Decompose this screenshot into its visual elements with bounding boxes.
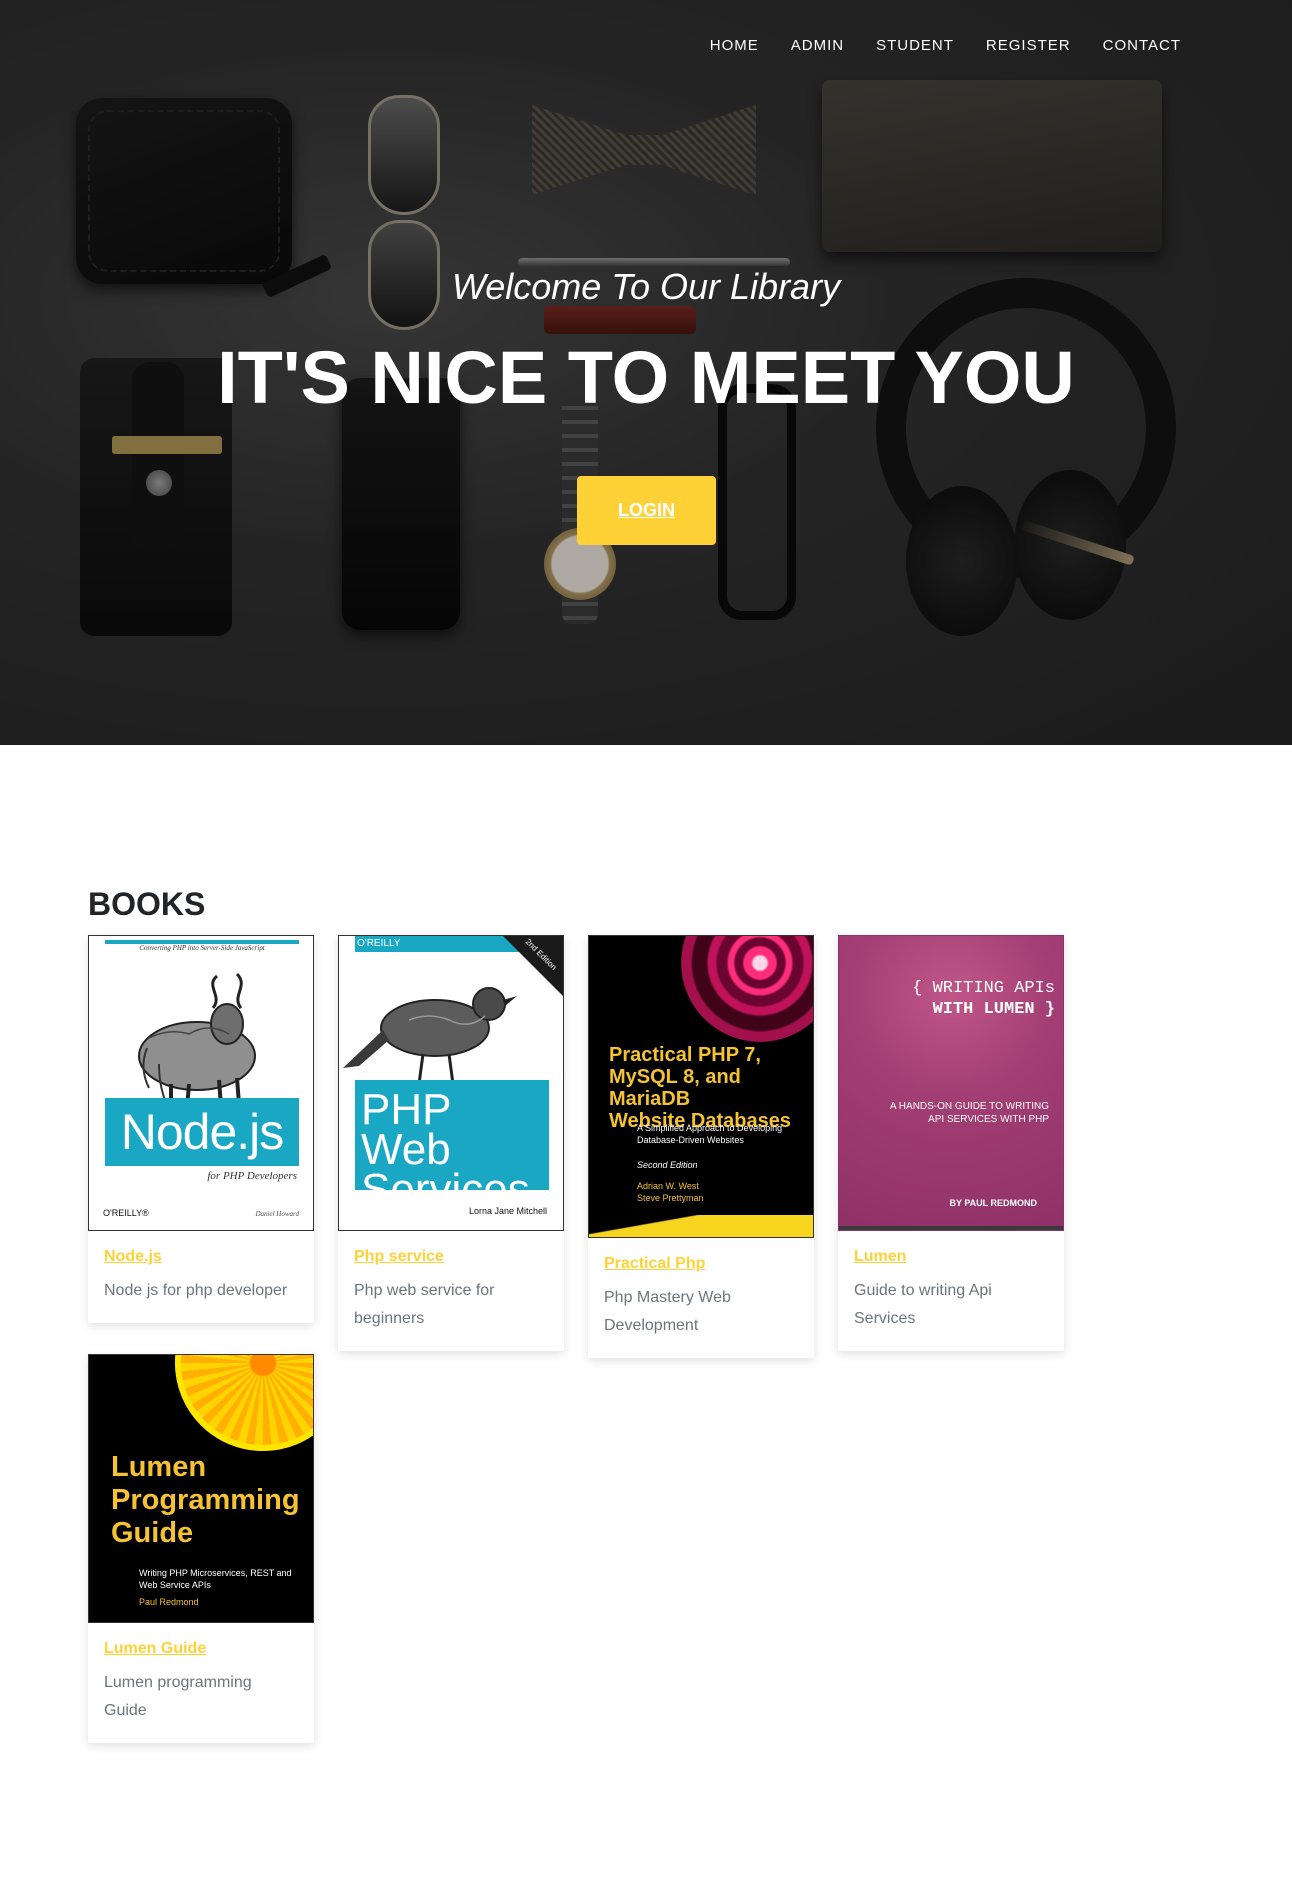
book-title-link[interactable]: Lumen Guide [104, 1639, 298, 1659]
cover-author: Paul Redmond [139, 1597, 199, 1607]
main-nav: HOME ADMIN STUDENT REGISTER CONTACT [694, 30, 1197, 62]
publisher-logo: O'REILLY® [103, 1208, 149, 1218]
book-card: { WRITING APIs WITH LUMEN } A HANDS-ON G… [838, 935, 1064, 1351]
cover-author: Lorna Jane Mitchell [468, 1206, 547, 1216]
book-card: Practical PHP 7, MySQL 8, and MariaDB We… [588, 935, 814, 1358]
nav-student[interactable]: STUDENT [860, 30, 970, 62]
book-cover-image[interactable]: { WRITING APIs WITH LUMEN } A HANDS-ON G… [838, 935, 1064, 1231]
nav-home[interactable]: HOME [694, 30, 775, 62]
login-button[interactable]: LOGIN [577, 476, 716, 545]
book-description: Lumen programming Guide [104, 1674, 252, 1719]
book-title-link[interactable]: Practical Php [604, 1254, 798, 1274]
book-title-link[interactable]: Php service [354, 1247, 548, 1267]
bird-illustration [343, 987, 517, 1086]
books-section-title: BOOKS [88, 886, 206, 922]
cover-title: { WRITING APIs WITH LUMEN } [839, 978, 1055, 1020]
cover-subtitle: for PHP Developers [207, 1170, 297, 1182]
cover-tagline: Converting PHP into Server-Side JavaScri… [139, 944, 265, 952]
hero-subheading: Welcome To Our Library [451, 266, 841, 307]
target-graphic [681, 936, 813, 1042]
cover-subtitle: APIS FOR THE MODERN WEB [361, 1218, 458, 1224]
book-cover-image[interactable]: Lumen Programming Guide Writing PHP Micr… [88, 1354, 314, 1623]
book-card-body: Lumen Guide to writing Api Services [838, 1231, 1064, 1351]
cover-title-line: Practical PHP 7, [609, 1044, 761, 1066]
cover-title-line: WITH LUMEN } [932, 1000, 1055, 1019]
cover-subtitle-line: API SERVICES WITH PHP [928, 1114, 1049, 1125]
hero-section: HOME ADMIN STUDENT REGISTER CONTACT Welc… [0, 0, 1292, 745]
book-title-link[interactable]: Node.js [104, 1247, 298, 1267]
cover-title-line: { WRITING APIs [912, 979, 1055, 998]
book-card: Lumen Programming Guide Writing PHP Micr… [88, 1354, 314, 1743]
book-cover-image[interactable]: Converting PHP into Server-Side JavaScri… [88, 935, 314, 1231]
cover-title: PHP Web Services APIS FOR THE MODERN WEB [355, 1080, 549, 1224]
cover-title-line: PHP Web [361, 1085, 451, 1174]
nav-contact[interactable]: CONTACT [1087, 30, 1197, 62]
cover-subtitle-line: Writing PHP Microservices, REST and [139, 1568, 292, 1578]
book-description: Guide to writing Api Services [854, 1282, 992, 1327]
cover-author: Adrian W. West Steve Prettyman [637, 1180, 704, 1204]
cover-title-line: Guide [111, 1517, 194, 1549]
sun-graphic [175, 1355, 313, 1451]
cover-author: BY PAUL REDMOND [949, 1198, 1037, 1208]
cover-bar [839, 1226, 1063, 1230]
cover-author: Daniel Howard [255, 1210, 300, 1218]
cover-title: Lumen Programming Guide [111, 1451, 300, 1550]
book-card-body: Lumen Guide Lumen programming Guide [88, 1623, 314, 1743]
book-cover-image[interactable]: O'REILLY 2nd Edition PHP Web Services AP… [338, 935, 564, 1231]
cover-stripe [589, 1215, 813, 1237]
book-card: Converting PHP into Server-Side JavaScri… [88, 935, 314, 1323]
cover-title: Node.js [105, 1098, 299, 1166]
book-card-body: Node.js Node js for php developer [88, 1231, 314, 1323]
cover-subtitle-line: A HANDS-ON GUIDE TO WRITING [889, 1101, 1049, 1112]
nav-admin[interactable]: ADMIN [775, 30, 860, 62]
cover-title: Practical PHP 7, MySQL 8, and MariaDB We… [609, 1044, 813, 1132]
book-card-body: Practical Php Php Mastery Web Developmen… [588, 1238, 814, 1358]
cover-edition: Second Edition [637, 1160, 698, 1170]
book-card-body: Php service Php web service for beginner… [338, 1231, 564, 1351]
book-card: O'REILLY 2nd Edition PHP Web Services AP… [338, 935, 564, 1351]
cover-subtitle: A Simplified Approach to Developing Data… [637, 1122, 782, 1146]
cover-subtitle: Writing PHP Microservices, REST and Web … [139, 1567, 292, 1591]
book-cover-image[interactable]: Practical PHP 7, MySQL 8, and MariaDB We… [588, 935, 814, 1238]
cover-title-line: Lumen [111, 1451, 207, 1483]
book-title-link[interactable]: Lumen [854, 1247, 1048, 1267]
cover-author-line: Adrian W. West [637, 1181, 699, 1191]
cover-subtitle-line: Web Service APIs [139, 1580, 211, 1590]
hero-heading: IT'S NICE TO MEET YOU [217, 336, 1075, 419]
cover-subtitle: A HANDS-ON GUIDE TO WRITING API SERVICES… [869, 1100, 1049, 1126]
cover-title-line: MySQL 8, and MariaDB [609, 1066, 741, 1110]
cover-subtitle-line: Database-Driven Websites [637, 1135, 744, 1145]
yak-illustration [138, 972, 256, 1109]
cover-subtitle-line: A Simplified Approach to Developing [637, 1123, 783, 1133]
book-description: Node js for php developer [104, 1282, 288, 1299]
cover-title-line: Programming [111, 1484, 300, 1516]
book-description: Php Mastery Web Development [604, 1289, 731, 1334]
nav-register[interactable]: REGISTER [970, 30, 1087, 62]
book-description: Php web service for beginners [354, 1282, 495, 1327]
cover-author-line: Steve Prettyman [637, 1193, 704, 1203]
